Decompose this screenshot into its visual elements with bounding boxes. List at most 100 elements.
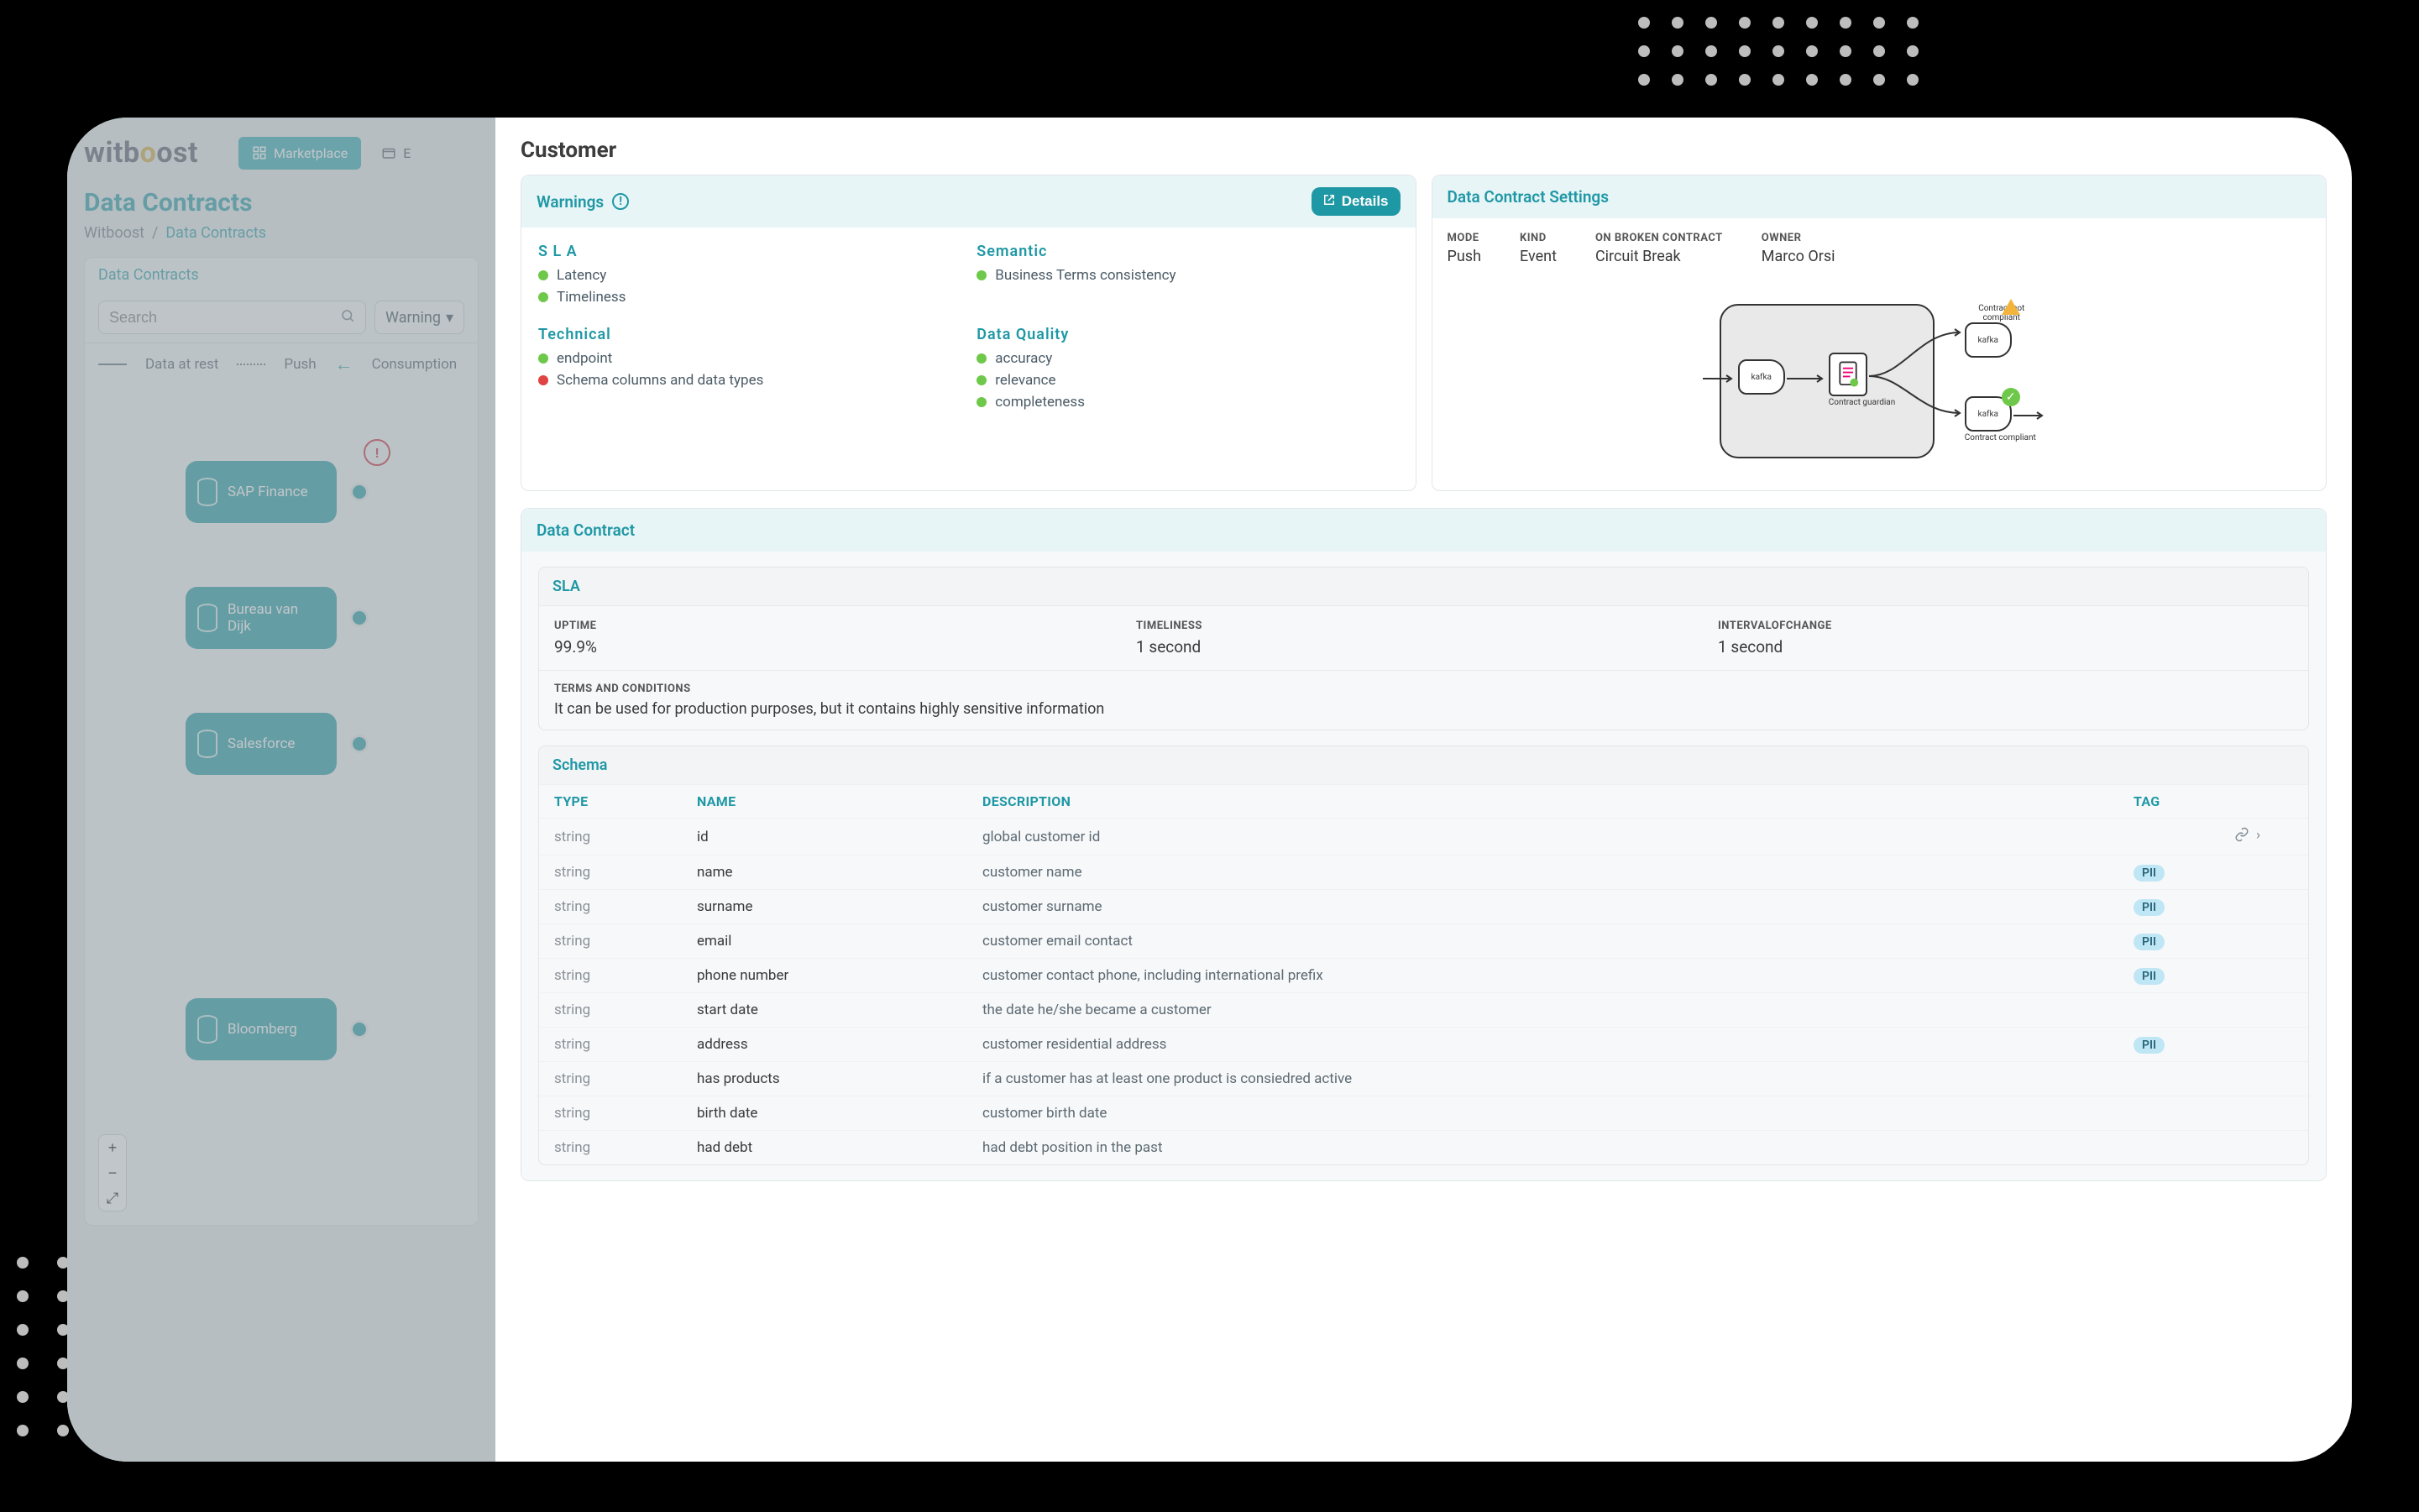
panel-title: Data Contract Settings <box>1448 187 1610 207</box>
database-icon <box>197 478 217 506</box>
tab-label: Marketplace <box>274 145 348 161</box>
legend: Data at rest Push ←Consumption <box>85 343 478 385</box>
graph-node[interactable]: Salesforce <box>186 713 337 775</box>
zoom-in-button[interactable]: + <box>99 1135 126 1160</box>
tab-marketplace[interactable]: Marketplace <box>238 137 361 170</box>
database-icon <box>197 1015 217 1044</box>
sla-item: TIMELINESS1 second <box>1136 620 1711 657</box>
table-row[interactable]: stringnamecustomer namePII <box>539 855 2308 889</box>
settings-kv-item: OWNERMarco Orsi <box>1762 232 1835 265</box>
box-icon <box>381 145 396 160</box>
table-row[interactable]: stringbirth datecustomer birth date <box>539 1096 2308 1130</box>
kafka-block: kafka <box>1965 322 2012 358</box>
warning-item: Timeliness <box>538 289 960 306</box>
tab-other[interactable]: E <box>368 137 424 170</box>
left-backdrop: witboost Marketplace <box>67 118 495 1462</box>
alert-icon: ! <box>612 193 629 210</box>
warning-group: TechnicalendpointSchema columns and data… <box>538 326 960 416</box>
tag-badge: PII <box>2134 968 2165 985</box>
zoom-out-button[interactable]: − <box>99 1160 126 1185</box>
card-header: Data Contracts <box>85 258 478 292</box>
table-row[interactable]: stringhad debthad debt position in the p… <box>539 1130 2308 1164</box>
warning-group: S L ALatencyTimeliness <box>538 243 960 311</box>
table-row[interactable]: stringsurnamecustomer surnamePII <box>539 889 2308 923</box>
tc-value: It can be used for production purposes, … <box>554 700 2293 718</box>
panel-title: Data Contract <box>537 521 635 540</box>
settings-kv-item: KINDEvent <box>1520 232 1557 265</box>
settings-kv-item: ON BROKEN CONTRACTCircuit Break <box>1595 232 1723 265</box>
main-content: Customer Warnings ! Details <box>495 118 2352 1462</box>
device-frame: witboost Marketplace <box>67 118 2352 1462</box>
search-icon <box>340 308 355 327</box>
table-row[interactable]: stringemailcustomer email contactPII <box>539 923 2308 958</box>
kafka-block: kafka <box>1738 359 1785 395</box>
table-row[interactable]: stringaddresscustomer residential addres… <box>539 1027 2308 1061</box>
data-contract-panel: Data Contract SLA UPTIME99.9%TIMELINESS1… <box>521 508 2327 1181</box>
zoom-controls: + − ⤢ <box>98 1134 127 1211</box>
section-header: Schema <box>539 746 2308 784</box>
table-row[interactable]: stringidglobal customer id› <box>539 818 2308 855</box>
database-icon <box>197 730 217 758</box>
brand-logo: witboost Marketplace <box>84 136 479 170</box>
warning-item: relevance <box>977 372 1398 389</box>
search-input[interactable] <box>98 301 366 334</box>
port-dot[interactable] <box>350 609 369 627</box>
settings-kv-item: MODEPush <box>1448 232 1481 265</box>
warning-item: completeness <box>977 394 1398 411</box>
warning-icon <box>2002 299 2020 315</box>
sla-item: UPTIME99.9% <box>554 620 1129 657</box>
graph-node[interactable]: Bloomberg <box>186 998 337 1060</box>
warning-item: endpoint <box>538 350 960 367</box>
warning-group: SemanticBusiness Terms consistency <box>977 243 1398 311</box>
table-row[interactable]: stringhas productsif a customer has at l… <box>539 1061 2308 1096</box>
status-dot-icon <box>977 270 987 280</box>
status-dot-icon <box>538 270 548 280</box>
chevron-down-icon: ▾ <box>446 309 453 327</box>
tab-label: E <box>403 145 411 161</box>
graph-canvas[interactable]: SAP Finance ! Bureau van Dijk Salesforce <box>85 385 478 1225</box>
warning-item: Schema columns and data types <box>538 372 960 389</box>
contracts-card: Data Contracts Warning ▾ <box>84 257 479 1226</box>
chevron-right-icon[interactable]: › <box>2256 827 2260 846</box>
graph-node[interactable]: SAP Finance <box>186 461 337 523</box>
check-icon: ✓ <box>2002 388 2020 406</box>
content-title: Customer <box>521 138 2327 163</box>
status-dot-icon <box>538 292 548 302</box>
status-dot-icon <box>977 375 987 385</box>
database-icon <box>197 604 217 632</box>
warning-item: Business Terms consistency <box>977 267 1398 284</box>
section-header: SLA <box>539 568 2308 605</box>
status-dot-icon <box>977 353 987 364</box>
tc-label: TERMS AND CONDITIONS <box>554 683 2293 695</box>
page-title: Data Contracts <box>84 188 479 217</box>
settings-diagram: kafka Contract guardian C <box>1432 272 2327 490</box>
table-row[interactable]: stringstart datethe date he/she became a… <box>539 992 2308 1027</box>
port-dot[interactable] <box>350 1020 369 1039</box>
table-row[interactable]: stringphone numbercustomer contact phone… <box>539 958 2308 992</box>
port-dot[interactable] <box>350 735 369 753</box>
link-icon[interactable] <box>2234 827 2249 846</box>
status-dot-icon <box>977 397 987 407</box>
sla-section: SLA UPTIME99.9%TIMELINESS1 secondINTERVA… <box>538 567 2309 730</box>
grid-icon <box>252 145 267 160</box>
sla-item: INTERVALOFCHANGE1 second <box>1718 620 2293 657</box>
warning-item: accuracy <box>977 350 1398 367</box>
open-icon <box>1323 193 1335 210</box>
details-button[interactable]: Details <box>1312 187 1401 216</box>
warning-item: Latency <box>538 267 960 284</box>
tag-badge: PII <box>2134 934 2165 950</box>
warning-icon: ! <box>364 439 390 466</box>
warning-filter[interactable]: Warning ▾ <box>374 301 464 334</box>
decorative-dots-top <box>1638 17 1924 86</box>
port-dot[interactable] <box>350 483 369 501</box>
warning-group: Data Qualityaccuracyrelevancecompletenes… <box>977 326 1398 416</box>
graph-node[interactable]: Bureau van Dijk <box>186 587 337 649</box>
tag-badge: PII <box>2134 899 2165 916</box>
status-dot-icon <box>538 375 548 385</box>
tag-badge: PII <box>2134 1037 2165 1054</box>
settings-panel: Data Contract Settings MODEPush KINDEvent… <box>1432 175 2327 491</box>
warnings-panel: Warnings ! Details S L ALatencyTimelines… <box>521 175 1416 491</box>
zoom-fit-button[interactable]: ⤢ <box>99 1185 126 1211</box>
tag-badge: PII <box>2134 865 2165 882</box>
schema-header-row: TYPE NAME DESCRIPTION TAG <box>539 784 2308 818</box>
